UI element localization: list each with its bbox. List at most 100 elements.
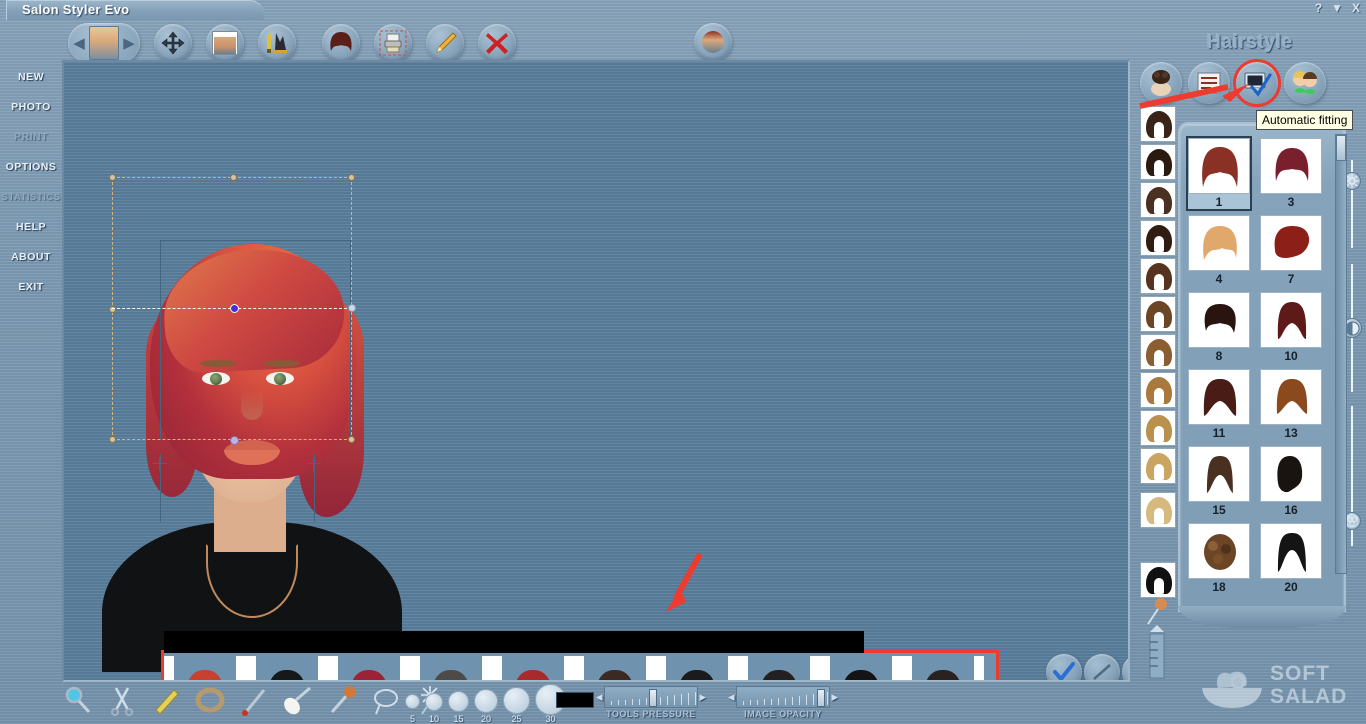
hairstyle-item[interactable]: 4	[1188, 215, 1250, 286]
preview-thumb[interactable]	[912, 656, 974, 680]
pressure-track[interactable]	[603, 686, 699, 708]
hair-color-list[interactable]	[1138, 106, 1178, 626]
preview-thumb[interactable]	[748, 656, 810, 680]
zoom-tool[interactable]	[62, 684, 94, 716]
sidebar-item-options[interactable]: OPTIONS	[0, 152, 62, 182]
sidebar-item-about[interactable]: ABOUT	[0, 242, 62, 272]
comb-tool[interactable]	[150, 684, 182, 716]
list-item[interactable]	[1140, 562, 1176, 598]
prev-model-arrow[interactable]: ◀	[70, 34, 88, 52]
preview-thumb[interactable]	[584, 656, 646, 680]
hairstyle-item[interactable]: 1	[1186, 136, 1252, 211]
list-item[interactable]	[328, 656, 410, 680]
list-item[interactable]	[164, 656, 246, 680]
list-item[interactable]	[902, 656, 984, 680]
selection-handle-tl[interactable]	[109, 174, 116, 181]
selection-handle-br[interactable]	[348, 436, 355, 443]
hairstyle-item[interactable]: 18	[1188, 523, 1250, 594]
opacity-track[interactable]	[735, 686, 831, 708]
list-item[interactable]	[492, 656, 574, 680]
list-item[interactable]	[1140, 296, 1176, 332]
preview-thumb[interactable]	[830, 656, 892, 680]
sidebar-item-new[interactable]: NEW	[0, 62, 62, 92]
selection-handle-mr[interactable]	[348, 304, 356, 312]
preview-thumb[interactable]	[174, 656, 236, 680]
list-item[interactable]	[1140, 410, 1176, 446]
selection-handle-bc[interactable]	[230, 436, 239, 445]
brush-size-10[interactable]	[425, 693, 443, 711]
list-item[interactable]	[1140, 492, 1176, 528]
close-button[interactable]: X	[1352, 1, 1360, 15]
help-button[interactable]: ?	[1315, 1, 1322, 15]
grid-scroll-thumb[interactable]	[1336, 135, 1346, 161]
sidebar-item-help[interactable]: HELP	[0, 212, 62, 242]
list-item[interactable]	[1140, 144, 1176, 180]
list-item[interactable]	[656, 656, 738, 680]
close-tool-button[interactable]	[478, 24, 516, 62]
model-button[interactable]	[694, 23, 732, 61]
image-opacity-slider[interactable]: ◂ ▸ IMAGE OPACITY	[728, 686, 838, 719]
blend-tool[interactable]	[282, 684, 314, 716]
selection-center-handle[interactable]	[230, 304, 239, 313]
hairstyle-item[interactable]: 20	[1260, 523, 1322, 594]
sidebar-item-statistics[interactable]: STATISTICS	[0, 182, 62, 212]
selection-handle-bl[interactable]	[109, 436, 116, 443]
hairstyle-item[interactable]: 11	[1188, 369, 1250, 440]
move-tool-button[interactable]	[154, 24, 192, 62]
brush-size-picker[interactable]	[405, 684, 566, 715]
minimize-button[interactable]: ▼	[1331, 1, 1343, 15]
hairstyle-item[interactable]: 3	[1260, 138, 1322, 209]
preview-thumb[interactable]	[420, 656, 482, 680]
brush-tool[interactable]	[238, 684, 270, 716]
photo-canvas[interactable]	[62, 60, 1130, 682]
list-item[interactable]	[246, 656, 328, 680]
list-item[interactable]	[574, 656, 656, 680]
scissors-tool[interactable]	[106, 684, 138, 716]
grid-scrollbar[interactable]	[1335, 134, 1347, 574]
color-swatch[interactable]	[556, 692, 594, 708]
preview-thumb[interactable]	[502, 656, 564, 680]
pressure-decrease-arrow[interactable]: ◂	[596, 689, 603, 705]
list-item[interactable]	[1140, 448, 1176, 484]
tools-pressure-slider[interactable]: ◂ ▸ TOOLS PRESSURE	[596, 686, 706, 719]
brush-size-25[interactable]	[503, 687, 530, 714]
portrait-container[interactable]	[102, 172, 432, 672]
preview-thumb[interactable]	[338, 656, 400, 680]
delete-button[interactable]	[1122, 654, 1128, 680]
print-button[interactable]	[374, 24, 412, 62]
pencil-button[interactable]	[426, 24, 464, 62]
apply-button[interactable]	[1046, 654, 1082, 680]
preview-thumb[interactable]	[256, 656, 318, 680]
line-tool-button[interactable]	[1084, 654, 1120, 680]
list-item[interactable]	[410, 656, 492, 680]
opacity-increase-arrow[interactable]: ▸	[831, 689, 838, 705]
next-model-arrow[interactable]: ▶	[120, 34, 138, 52]
hairstyle-item[interactable]: 10	[1260, 292, 1322, 363]
list-item[interactable]	[1140, 106, 1176, 142]
list-item[interactable]	[1140, 334, 1176, 370]
hairstyle-item[interactable]: 13	[1260, 369, 1322, 440]
list-item[interactable]	[820, 656, 902, 680]
lasso-select-tool[interactable]	[370, 684, 402, 716]
list-item[interactable]	[1140, 220, 1176, 256]
selection-handle-tr[interactable]	[348, 174, 355, 181]
list-item[interactable]	[1140, 258, 1176, 294]
hairstyle-grid[interactable]: 1 3 4 7 8 10 11 13 15 16 18 20	[1186, 136, 1328, 594]
makeup-button[interactable]	[258, 24, 296, 62]
list-item[interactable]	[1140, 182, 1176, 218]
filmstrip[interactable]	[164, 653, 996, 680]
smudge-tool[interactable]	[326, 684, 358, 716]
hairstyle-item[interactable]: 8	[1188, 292, 1250, 363]
current-model-thumb[interactable]	[89, 26, 119, 60]
hairstyle-button[interactable]	[322, 24, 360, 62]
selection-handle-tc[interactable]	[230, 174, 237, 181]
sidebar-item-exit[interactable]: EXIT	[0, 272, 62, 302]
brush-size-5[interactable]	[405, 694, 420, 709]
pressure-increase-arrow[interactable]: ▸	[699, 689, 706, 705]
opacity-decrease-arrow[interactable]: ◂	[728, 689, 735, 705]
sidebar-item-print[interactable]: PRINT	[0, 122, 62, 152]
photo-button[interactable]	[206, 24, 244, 62]
hairstyle-item[interactable]: 16	[1260, 446, 1322, 517]
hairstyle-item[interactable]: 15	[1188, 446, 1250, 517]
preview-thumb[interactable]	[666, 656, 728, 680]
